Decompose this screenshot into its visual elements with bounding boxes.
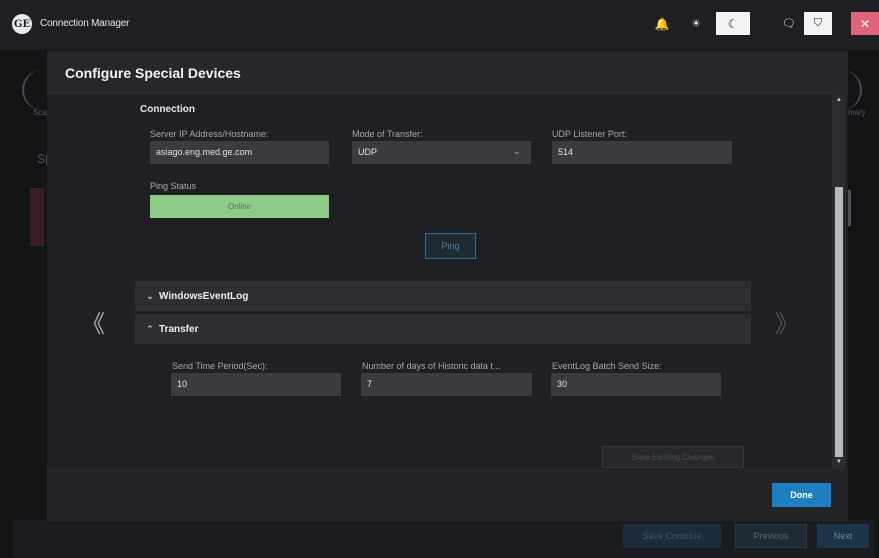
mode-of-transfer-label: Mode of Transfer: <box>352 129 423 139</box>
previous-device-icon[interactable]: 《 <box>81 304 105 339</box>
ge-logo: GE <box>12 14 32 34</box>
done-button[interactable]: Done <box>772 483 831 507</box>
transfer-section[interactable]: ⌃ Transfer <box>135 314 751 344</box>
notification-bell-icon[interactable]: 🔔 <box>652 12 672 35</box>
next-button[interactable]: Next <box>817 524 869 548</box>
ping-status-badge: Online <box>150 195 329 218</box>
windows-event-log-section[interactable]: ⌄ WindowsEventLog <box>135 281 751 311</box>
batch-size-label: EventLog Batch Send Size: <box>552 361 662 371</box>
server-address-label: Server IP Address/Hostname: <box>150 129 269 139</box>
udp-port-label: UDP Listener Port: <box>552 129 627 139</box>
scroll-down-icon[interactable]: ▼ <box>835 458 843 466</box>
send-time-period-input[interactable]: 10 <box>171 373 341 396</box>
connection-heading: Connection <box>140 104 195 115</box>
app-title: Connection Manager <box>40 18 130 29</box>
save-continue-button[interactable]: Save Continue <box>623 524 721 548</box>
shield-icon[interactable]: ⛉ <box>804 12 832 35</box>
next-device-icon[interactable]: 》 <box>775 304 799 339</box>
dialog-title: Configure Special Devices <box>65 65 241 81</box>
ping-status-label: Ping Status <box>150 181 197 191</box>
title-bar: GE Connection Manager 🔔 ☀ ☾ 🗨 ⛉ ✕ <box>0 0 879 50</box>
batch-size-input[interactable]: 30 <box>551 373 721 396</box>
background-right-label: mary <box>848 108 866 117</box>
scrollbar-thumb[interactable] <box>835 187 843 457</box>
light-mode-icon[interactable]: ☀ <box>686 12 706 35</box>
chevron-up-icon: ⌃ <box>146 323 154 334</box>
save-existing-changes-button[interactable]: Save Existing Changes <box>602 446 744 468</box>
ping-button[interactable]: Ping <box>425 233 476 259</box>
send-time-period-label: Send Time Period(Sec): <box>172 361 268 371</box>
transfer-label: Transfer <box>159 323 199 335</box>
background-left-label: Sca <box>33 108 47 117</box>
chevron-down-icon: ⌄ <box>513 146 521 156</box>
scroll-up-icon[interactable]: ▲ <box>835 97 843 103</box>
close-icon[interactable]: ✕ <box>851 12 879 35</box>
configure-special-devices-dialog: Configure Special Devices ▲ ▼ 《 》 Connec… <box>47 51 848 521</box>
historic-days-label: Number of days of Historic data t... <box>362 361 501 371</box>
server-address-input[interactable]: asiago.eng.med.ge.com <box>150 141 329 164</box>
previous-button[interactable]: Previous <box>735 524 807 548</box>
chevron-down-icon: ⌄ <box>146 290 154 301</box>
udp-port-input[interactable]: 514 <box>552 141 732 164</box>
background-error-marker <box>30 188 44 246</box>
windows-event-log-label: WindowsEventLog <box>159 290 249 302</box>
historic-days-input[interactable]: 7 <box>361 373 532 396</box>
mode-of-transfer-select[interactable]: UDP <box>352 141 531 164</box>
dark-mode-icon[interactable]: ☾ <box>716 12 750 35</box>
chat-icon[interactable]: 🗨 <box>777 12 801 35</box>
dialog-header: Configure Special Devices <box>47 51 848 95</box>
